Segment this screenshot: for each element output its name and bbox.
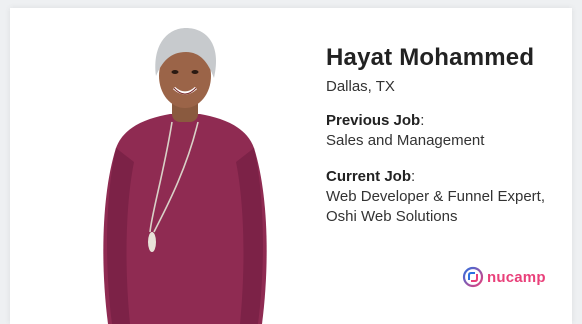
person-name: Hayat Mohammed — [326, 44, 535, 71]
previous-job-value: Sales and Management — [326, 132, 485, 149]
profile-info: Hayat Mohammed Dallas, TX Previous Job: … — [326, 44, 566, 227]
previous-job-section: Previous Job: Sales and Management — [326, 111, 566, 151]
profile-card: Hayat Mohammed Dallas, TX Previous Job: … — [10, 8, 572, 324]
previous-job-label: Previous Job — [326, 112, 421, 129]
current-job-value-line2: Oshi Web Solutions — [326, 208, 458, 225]
current-job-label: Current Job — [326, 168, 412, 185]
current-job-section: Current Job: Web Developer & Funnel Expe… — [326, 167, 566, 227]
current-job-value-line1: Web Developer & Funnel Expert, — [326, 188, 546, 205]
current-job-colon: : — [411, 168, 416, 185]
nucamp-logo-icon — [462, 266, 484, 288]
person-portrait — [103, 28, 267, 324]
previous-job-colon: : — [420, 112, 425, 129]
nucamp-logo-text: nucamp — [487, 268, 546, 286]
person-location: Dallas, TX — [326, 78, 395, 95]
nucamp-logo: nucamp — [462, 266, 546, 288]
